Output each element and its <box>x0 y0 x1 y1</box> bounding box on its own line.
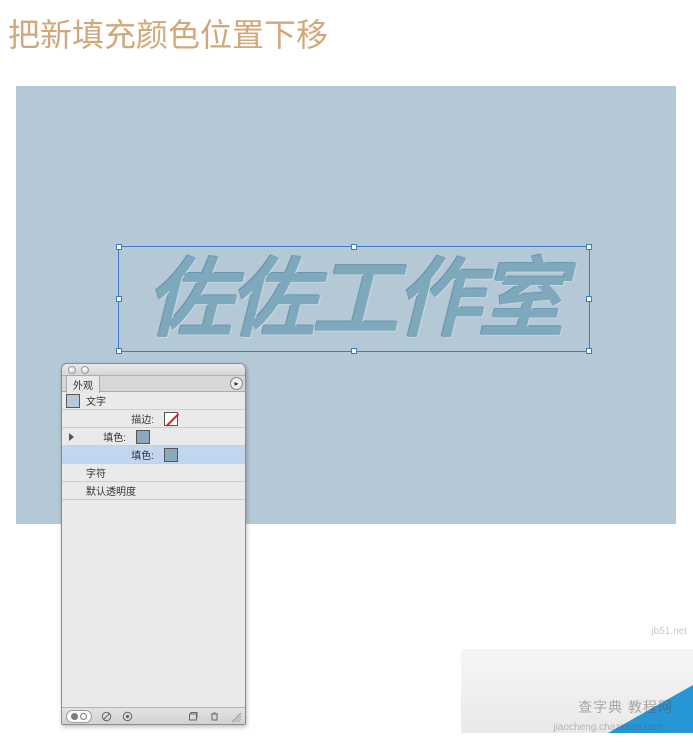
selection-handle-top-left[interactable] <box>116 244 122 250</box>
duplicate-item-button[interactable] <box>187 710 200 723</box>
panel-tab-appearance[interactable]: 外观 <box>66 375 100 393</box>
watermark-url-top: jb51.net <box>651 626 687 637</box>
selection-handle-middle-left[interactable] <box>116 296 122 302</box>
appearance-row-fill-1[interactable]: 填色: <box>62 428 245 446</box>
fill1-label: 填色: <box>82 429 130 444</box>
fx-dot-icon <box>71 713 78 720</box>
stroke-label: 描边: <box>100 411 158 426</box>
window-close-icon[interactable] <box>68 366 76 374</box>
appearance-row-stroke[interactable]: 描边: <box>62 410 245 428</box>
selection-handle-top-middle[interactable] <box>351 244 357 250</box>
panel-resize-grip-icon[interactable] <box>229 710 241 722</box>
appearance-row-opacity[interactable]: 默认透明度 <box>62 482 245 500</box>
watermark-main: 查字典 教程网 <box>578 697 673 717</box>
characters-label: 字符 <box>86 465 106 480</box>
delete-item-button[interactable] <box>208 710 221 723</box>
selection-handle-middle-right[interactable] <box>586 296 592 302</box>
panel-body: 文字 描边: 填色: 填色: 字符 默认透明度 <box>62 392 245 707</box>
watermark-sub: jiaocheng.chazidian.com <box>553 722 663 733</box>
row-disclosure-wrapper[interactable] <box>66 433 76 441</box>
fill2-swatch-icon[interactable] <box>164 448 178 462</box>
opacity-label: 默认透明度 <box>86 483 136 498</box>
appearance-row-characters[interactable]: 字符 <box>62 464 245 482</box>
disclosure-triangle-icon <box>69 433 74 441</box>
panel-flyout-menu-button[interactable]: ▸ <box>230 377 243 390</box>
fx-toggle-pill[interactable] <box>66 710 92 723</box>
selection-bounding-box[interactable]: 佐佐工作室 <box>118 246 590 352</box>
panel-footer <box>62 707 245 724</box>
selection-handle-bottom-middle[interactable] <box>351 348 357 354</box>
fill1-swatch-icon[interactable] <box>136 430 150 444</box>
clear-appearance-button[interactable] <box>100 710 113 723</box>
fill2-label: 填色: <box>100 447 158 462</box>
selection-handle-bottom-right[interactable] <box>586 348 592 354</box>
flyout-triangle-icon: ▸ <box>234 379 238 388</box>
appearance-panel: 外观 ▸ 文字 描边: 填色: 填色: 字符 <box>61 363 246 725</box>
object-type-swatch-icon <box>66 394 80 408</box>
window-minimize-icon[interactable] <box>81 366 89 374</box>
reduce-to-basic-button[interactable] <box>121 710 134 723</box>
appearance-row-object-type[interactable]: 文字 <box>62 392 245 410</box>
selection-handle-top-right[interactable] <box>586 244 592 250</box>
stroke-none-swatch-icon[interactable] <box>164 412 178 426</box>
panel-header: 外观 ▸ <box>62 376 245 392</box>
object-type-label: 文字 <box>86 393 106 408</box>
appearance-row-fill-2[interactable]: 填色: <box>62 446 245 464</box>
tutorial-heading: 把新填充颜色位置下移 <box>0 0 693 74</box>
selection-handle-bottom-left[interactable] <box>116 348 122 354</box>
fx-ring-icon <box>80 713 87 720</box>
